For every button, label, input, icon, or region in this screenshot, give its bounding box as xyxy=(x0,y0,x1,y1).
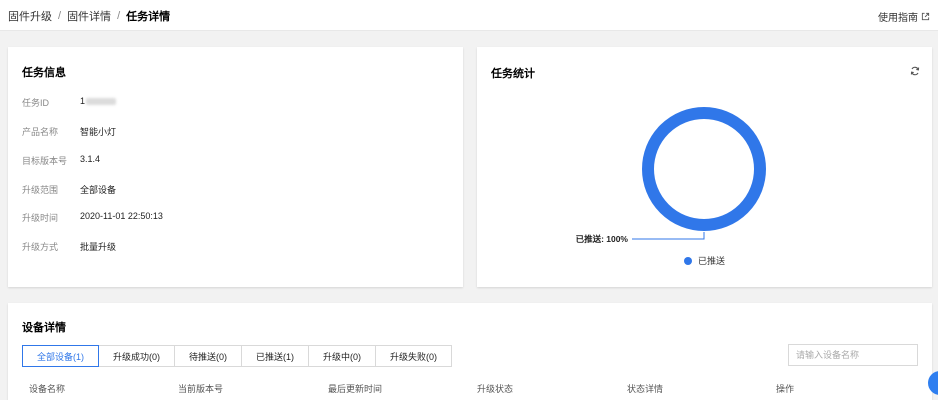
info-row-product-name: 产品名称 智能小灯 xyxy=(22,125,116,138)
info-row-upgrade-scope: 升级范围 全部设备 xyxy=(22,183,116,196)
masked-value xyxy=(86,98,117,106)
device-search-input[interactable] xyxy=(789,345,920,365)
tab-pending-push[interactable]: 待推送(0) xyxy=(174,345,242,367)
column-actions: 操作 xyxy=(776,384,795,394)
tab-all-devices[interactable]: 全部设备(1) xyxy=(22,345,99,367)
breadcrumb-item-firmware-details[interactable]: 固件详情 xyxy=(67,8,111,24)
info-value: 批量升级 xyxy=(80,242,117,252)
data-label-leader-line xyxy=(632,232,705,240)
info-row-upgrade-time: 升级时间 2020-11-01 22:50:13 xyxy=(22,211,163,224)
legend-label: 已推送 xyxy=(698,256,726,266)
task-stats-card: 任务统计 已推送: 100% 已推送 xyxy=(477,47,932,287)
info-label: 任务ID xyxy=(22,98,50,108)
column-status-details: 状态详情 xyxy=(627,384,664,394)
info-row-task-id: 任务ID 1 xyxy=(22,96,117,109)
device-details-card: 设备详情 全部设备(1) 升级成功(0) 待推送(0) 已推送(1) 升级中(0… xyxy=(8,303,932,400)
tab-pushed[interactable]: 已推送(1) xyxy=(241,345,309,367)
chart-legend[interactable]: 已推送 xyxy=(684,254,725,267)
legend-swatch xyxy=(684,256,692,265)
breadcrumb-separator: / xyxy=(58,10,62,22)
guide-link[interactable]: 使用指南 xyxy=(878,9,930,24)
info-row-target-version: 目标版本号 3.1.4 xyxy=(22,154,100,167)
breadcrumb-item-firmware-upgrade[interactable]: 固件升级 xyxy=(8,8,52,24)
info-value: 智能小灯 xyxy=(80,127,117,137)
guide-link-label: 使用指南 xyxy=(878,13,918,24)
breadcrumb-separator: / xyxy=(117,10,121,22)
tab-upgrading[interactable]: 升级中(0) xyxy=(308,345,376,367)
column-last-update-time: 最后更新时间 xyxy=(328,384,383,394)
info-row-upgrade-method: 升级方式 批量升级 xyxy=(22,240,116,253)
status-tabs: 全部设备(1) 升级成功(0) 待推送(0) 已推送(1) 升级中(0) 升级失… xyxy=(22,345,452,367)
breadcrumb: 固件升级 / 固件详情 / 任务详情 xyxy=(8,8,170,24)
tab-upgrade-success[interactable]: 升级成功(0) xyxy=(98,345,175,367)
info-label: 升级时间 xyxy=(22,213,59,223)
info-label: 升级范围 xyxy=(22,185,59,195)
breadcrumb-current: 任务详情 xyxy=(126,11,171,23)
task-info-card: 任务信息 任务ID 1 产品名称 智能小灯 目标版本号 3.1.4 升级范围 全… xyxy=(8,47,463,287)
external-link-icon xyxy=(921,12,930,21)
column-upgrade-status: 升级状态 xyxy=(477,384,514,394)
data-label: 已推送: 100% xyxy=(576,234,629,244)
info-value: 1 xyxy=(80,96,117,109)
info-value: 3.1.4 xyxy=(80,154,101,164)
column-current-version: 当前版本号 xyxy=(178,384,224,394)
donut-slice-0[interactable] xyxy=(642,107,766,231)
info-value: 全部设备 xyxy=(80,185,117,195)
top-bar: 固件升级 / 固件详情 / 任务详情 使用指南 xyxy=(0,0,938,31)
info-label: 升级方式 xyxy=(22,242,59,252)
info-label: 目标版本号 xyxy=(22,156,68,166)
task-info-title: 任务信息 xyxy=(22,67,66,79)
donut-chart: 已推送: 100% xyxy=(576,107,766,244)
info-label: 产品名称 xyxy=(22,127,59,137)
device-details-title: 设备详情 xyxy=(22,322,66,334)
tab-upgrade-failed[interactable]: 升级失败(0) xyxy=(375,345,452,367)
column-device-name: 设备名称 xyxy=(29,384,66,394)
info-value: 2020-11-01 22:50:13 xyxy=(80,211,163,221)
device-search xyxy=(788,344,920,366)
table-header: 设备名称 当前版本号 最后更新时间 升级状态 状态详情 操作 xyxy=(8,379,932,399)
